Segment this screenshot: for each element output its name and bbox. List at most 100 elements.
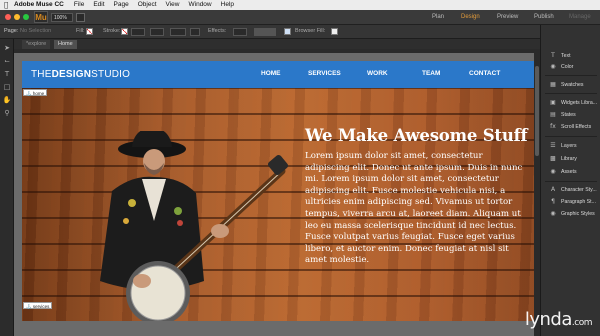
- crop-tool-icon[interactable]: ⌙: [2, 56, 12, 66]
- assets-icon: ◉: [550, 168, 556, 175]
- stroke-swatch[interactable]: [121, 28, 128, 35]
- lynda-watermark: lynda.com: [524, 309, 593, 330]
- mode-plan[interactable]: Plan: [432, 12, 444, 23]
- site-logo[interactable]: THEDESIGNSTUDIO: [31, 69, 130, 80]
- states-icon: ▤: [550, 111, 556, 118]
- panel-assets-label: Assets: [561, 169, 577, 175]
- panel-library-label: Library: [561, 156, 577, 162]
- panel-paragraph-styles-label: Paragraph St...: [561, 199, 596, 205]
- stroke-width-input[interactable]: [131, 28, 145, 36]
- scroll-effects-icon: fx: [550, 123, 556, 130]
- panel-character-styles-label: Character Sty...: [561, 187, 597, 193]
- nav-work[interactable]: WORK: [367, 70, 388, 77]
- hand-tool-icon[interactable]: ✋: [2, 95, 12, 105]
- site-nav-bar[interactable]: THEDESIGNSTUDIO HOME SERVICES WORK TEAM …: [22, 61, 534, 88]
- tool-strip: ➤ ⌙ T □ ✋ ⚲: [0, 39, 14, 336]
- menu-edit[interactable]: Edit: [93, 0, 104, 10]
- panel-text-label: Text: [561, 53, 571, 59]
- mode-publish[interactable]: Publish: [534, 12, 554, 23]
- selection-tool-icon[interactable]: ➤: [2, 43, 12, 53]
- zoom-window-icon[interactable]: [23, 14, 29, 20]
- nav-home[interactable]: HOME: [261, 70, 281, 77]
- tab-explore[interactable]: *explore: [22, 40, 51, 49]
- text-tool-icon[interactable]: T: [2, 69, 12, 79]
- nav-services[interactable]: SERVICES: [308, 70, 341, 77]
- panel-library[interactable]: ▩ Library: [541, 154, 600, 164]
- widgets-icon: ▣: [550, 99, 556, 106]
- panel-divider: [545, 75, 597, 76]
- panel-assets[interactable]: ◉ Assets: [541, 167, 600, 177]
- menu-app-name[interactable]: Adobe Muse CC: [14, 0, 64, 10]
- panel-scroll-effects[interactable]: fx Scroll Effects: [541, 122, 600, 132]
- watermark-suffix: .com: [571, 318, 593, 328]
- layers-icon: ☰: [550, 142, 556, 149]
- scrollbar-thumb[interactable]: [535, 66, 539, 156]
- effects-input[interactable]: [233, 28, 247, 36]
- hero-headline[interactable]: We Make Awesome Stuff: [305, 126, 528, 145]
- control-bar: Page: No Selection Fill: Stroke: Effects…: [0, 25, 600, 39]
- panel-graphic-styles[interactable]: ◉ Graphic Styles: [541, 209, 600, 219]
- browser-fill-swatch[interactable]: [284, 28, 291, 35]
- menu-page[interactable]: Page: [114, 0, 129, 10]
- watermark-brand: lynda: [524, 309, 573, 330]
- panel-layers-label: Layers: [561, 143, 577, 149]
- panel-color-label: Color: [561, 64, 574, 70]
- stroke-style-select[interactable]: [150, 28, 164, 36]
- fill-label: Fill:: [76, 28, 85, 34]
- page-artboard[interactable]: THEDESIGNSTUDIO HOME SERVICES WORK TEAM …: [22, 61, 534, 321]
- panel-layers[interactable]: ☰ Layers: [541, 141, 600, 151]
- panel-widgets[interactable]: ▣ Widgets Libra...: [541, 98, 600, 108]
- corner-radius-input[interactable]: [170, 28, 186, 36]
- panel-states[interactable]: ▤ States: [541, 110, 600, 120]
- paragraph-styles-icon: ¶: [551, 198, 555, 205]
- panel-color[interactable]: ◉ Color: [541, 62, 600, 72]
- fill-swatch[interactable]: [86, 28, 93, 35]
- panel-scroll-effects-label: Scroll Effects: [561, 124, 592, 130]
- panel-swatches[interactable]: ▦ Swatches: [541, 80, 600, 90]
- view-options-icon[interactable]: [76, 13, 85, 22]
- anchor-services-label: services: [32, 304, 50, 309]
- stroke-label: Stroke:: [103, 28, 121, 34]
- ruler: [14, 49, 540, 53]
- apple-icon[interactable]: : [4, 0, 14, 10]
- close-window-icon[interactable]: [5, 14, 11, 20]
- panel-states-label: States: [561, 112, 576, 118]
- logo-the: THE: [31, 69, 52, 80]
- app-toolbar: Mu 100% Plan Design Preview Publish Mana…: [0, 10, 600, 25]
- nav-team[interactable]: TEAM: [422, 70, 440, 77]
- logo-studio: STUDIO: [91, 69, 131, 80]
- menu-help[interactable]: Help: [221, 0, 234, 10]
- zoom-select[interactable]: 100%: [51, 13, 73, 22]
- hero-body-text[interactable]: Lorem ipsum dolor sit amet, consectetur …: [305, 151, 523, 267]
- zoom-tool-icon[interactable]: ⚲: [2, 108, 12, 118]
- text-panel-icon: T: [551, 52, 555, 59]
- banjo-player-image[interactable]: [92, 131, 292, 321]
- anchor-home[interactable]: ⚓ home: [23, 89, 48, 96]
- tab-home[interactable]: Home: [54, 40, 77, 49]
- page-label: Page:: [4, 28, 19, 34]
- page-value: No Selection: [20, 28, 52, 34]
- anchor-services[interactable]: ⚓ services: [23, 302, 53, 309]
- color-panel-icon: ◉: [550, 63, 556, 70]
- corner-options-icon[interactable]: [190, 28, 200, 36]
- panel-character-styles[interactable]: A Character Sty...: [541, 185, 600, 195]
- panel-widgets-label: Widgets Libra...: [561, 100, 598, 106]
- menu-window[interactable]: Window: [189, 0, 212, 10]
- minimize-window-icon[interactable]: [14, 14, 20, 20]
- panel-text[interactable]: T Text: [541, 51, 600, 61]
- mode-preview[interactable]: Preview: [497, 12, 518, 23]
- mode-design[interactable]: Design: [461, 12, 480, 23]
- opacity-input[interactable]: [254, 28, 276, 36]
- nav-contact[interactable]: CONTACT: [469, 70, 500, 77]
- menu-file[interactable]: File: [74, 0, 84, 10]
- menu-view[interactable]: View: [166, 0, 180, 10]
- document-tabs: *explore Home: [14, 39, 540, 49]
- mode-manage[interactable]: Manage: [569, 12, 591, 23]
- menu-object[interactable]: Object: [138, 0, 157, 10]
- swatches-icon: ▦: [550, 81, 556, 88]
- graphic-styles-icon: ◉: [550, 210, 556, 217]
- panel-paragraph-styles[interactable]: ¶ Paragraph St...: [541, 197, 600, 207]
- rectangle-tool-icon[interactable]: □: [2, 82, 12, 92]
- character-styles-icon: A: [550, 186, 556, 193]
- browser-fill-color[interactable]: [331, 28, 338, 35]
